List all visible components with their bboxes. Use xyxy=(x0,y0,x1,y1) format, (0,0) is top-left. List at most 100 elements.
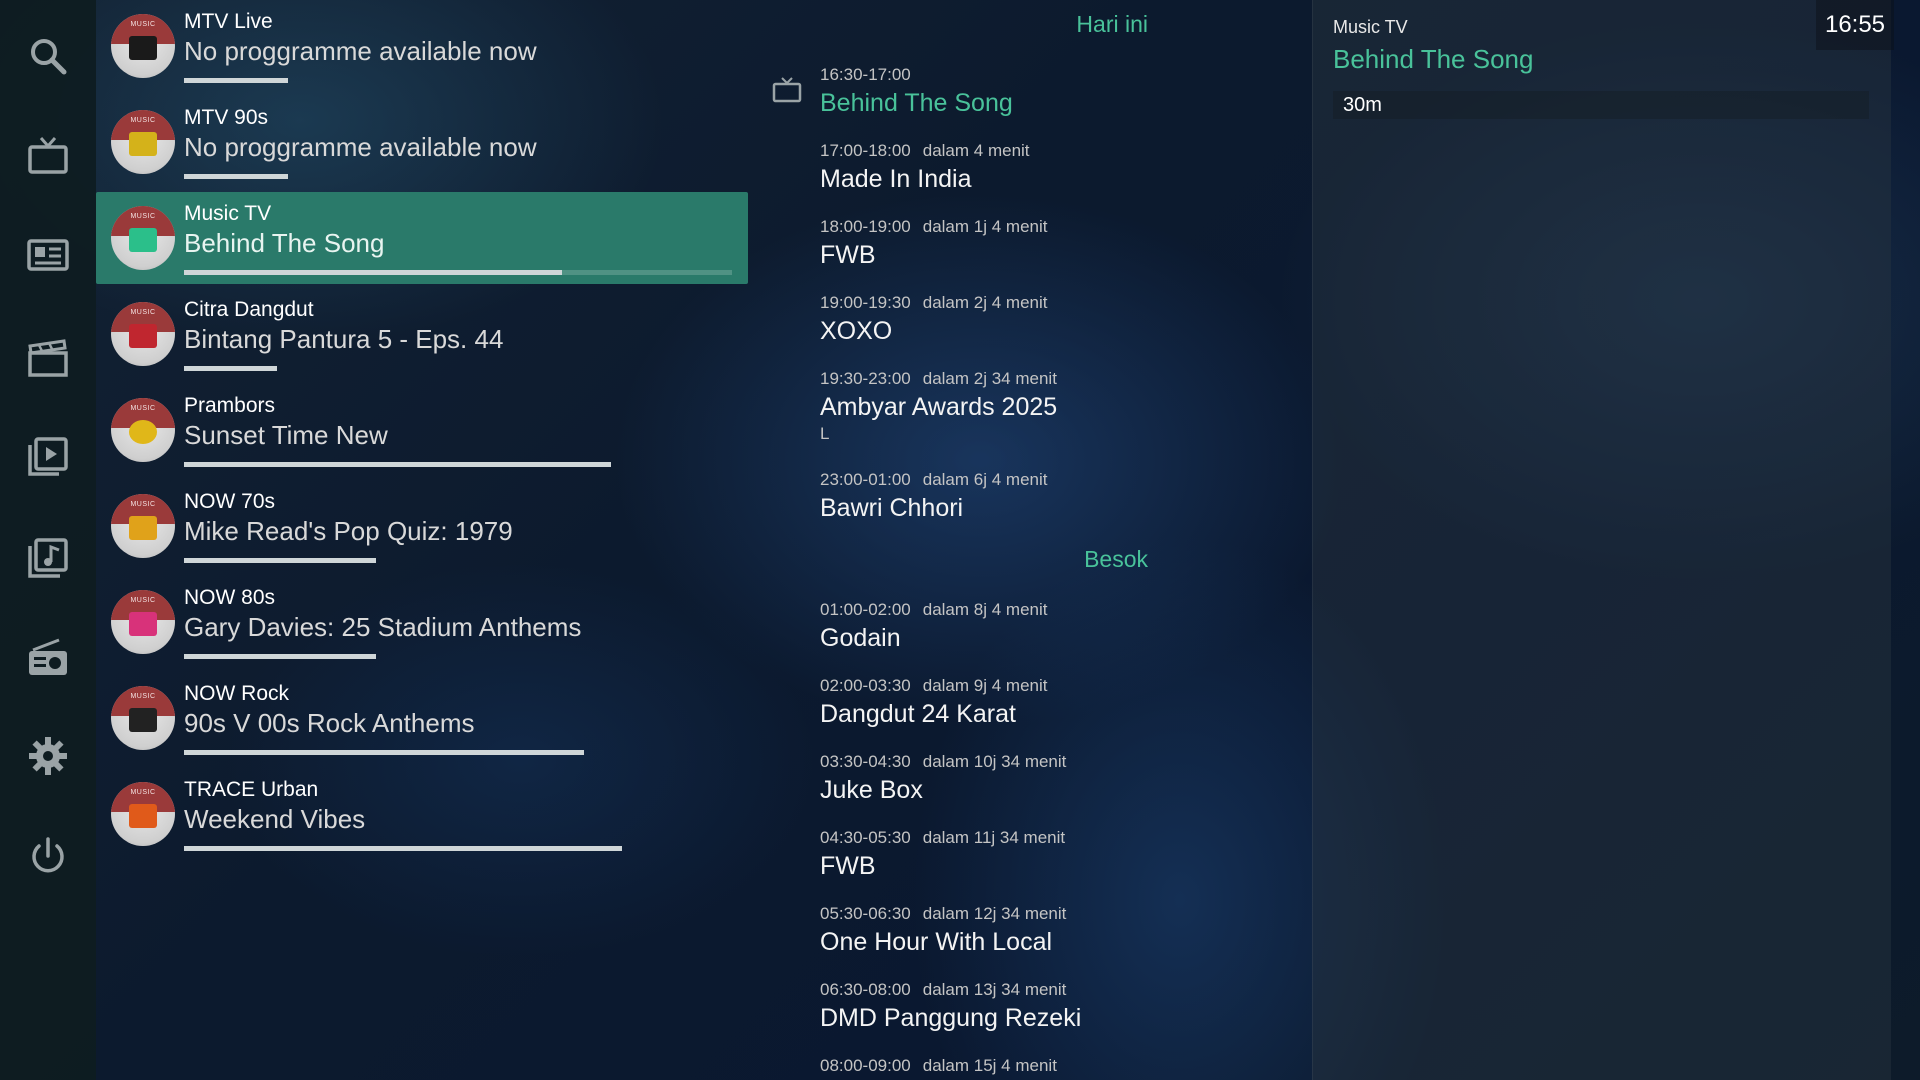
schedule-slot[interactable]: 02:00-03:30 dalam 9j 4 menit Dangdut 24 K… xyxy=(820,676,1300,729)
programme-progress xyxy=(184,846,732,851)
slot-title: Made In India xyxy=(820,165,972,193)
channel-row-now-80s[interactable]: MUSIC NOW 80s Gary Davies: 25 Stadium An… xyxy=(96,576,748,668)
programme-progress xyxy=(184,366,732,371)
schedule-slot[interactable]: 23:00-01:00 dalam 6j 4 menit Bawri Chhori xyxy=(820,470,1300,523)
slot-time: 19:00-19:30 dalam 2j 4 menit xyxy=(820,293,1048,312)
channel-row-prambors[interactable]: MUSIC Prambors Sunset Time New xyxy=(96,384,748,476)
channel-logo: MUSIC xyxy=(111,590,175,654)
slot-time: 03:30-04:30 dalam 10j 34 menit xyxy=(820,752,1067,771)
slot-relative-time: dalam 12j 34 menit xyxy=(922,904,1067,923)
now-playing-tv-icon xyxy=(772,77,802,103)
channel-name: Citra Dangdut xyxy=(184,298,314,321)
tv-icon[interactable] xyxy=(24,132,72,180)
schedule-slot[interactable]: 19:00-19:30 dalam 2j 4 menit XOXO xyxy=(820,293,1300,346)
music-library-icon[interactable] xyxy=(24,534,72,582)
channel-name: Prambors xyxy=(184,394,276,417)
slot-time: 19:30-23:00 dalam 2j 34 menit xyxy=(820,369,1057,388)
programme-progress xyxy=(184,270,732,275)
slot-time: 17:00-18:00 dalam 4 menit xyxy=(820,141,1030,160)
slot-title: FWB xyxy=(820,241,876,269)
channel-row-mtv-90s[interactable]: MUSIC MTV 90s No proggramme available no… xyxy=(96,96,748,188)
duration-text: 30m xyxy=(1343,94,1382,116)
channel-name: MTV Live xyxy=(184,10,273,33)
schedule-slot[interactable]: 16:30-17:00 Behind The Song xyxy=(820,65,1300,118)
schedule-slot[interactable]: 03:30-04:30 dalam 10j 34 menit Juke Box xyxy=(820,752,1300,805)
radio-icon[interactable] xyxy=(24,634,72,682)
channel-logo: MUSIC xyxy=(111,14,175,78)
channel-name: TRACE Urban xyxy=(184,778,319,801)
schedule-slot[interactable]: 19:30-23:00 dalam 2j 34 menit Ambyar Awar… xyxy=(820,369,1300,444)
channel-logo: MUSIC xyxy=(111,110,175,174)
programme-title: Sunset Time New xyxy=(184,420,388,450)
schedule-slot[interactable]: 17:00-18:00 dalam 4 menit Made In India xyxy=(820,141,1300,194)
programme-title: 90s V 00s Rock Anthems xyxy=(184,708,475,738)
slot-time: 18:00-19:00 dalam 1j 4 menit xyxy=(820,217,1048,236)
schedule-slot[interactable]: 08:00-09:00 dalam 15j 4 menit xyxy=(820,1056,1300,1076)
day-header-today: Hari ini xyxy=(1076,11,1148,37)
slot-title: Ambyar Awards 2025 xyxy=(820,393,1058,421)
channel-row-citra-dangdut[interactable]: MUSIC Citra Dangdut Bintang Pantura 5 - … xyxy=(96,288,748,380)
day-header-tomorrow: Besok xyxy=(1084,546,1148,572)
channel-row-trace-urban[interactable]: MUSIC TRACE Urban Weekend Vibes xyxy=(96,768,748,860)
programme-detail-panel: Music TV Behind The Song 30m xyxy=(1312,0,1891,1080)
channel-name: NOW 80s xyxy=(184,586,276,609)
programme-title: No proggramme available now xyxy=(184,36,537,66)
programme-schedule: Hari ini 16:30-17:00 Behind The Song 17:… xyxy=(748,0,1308,1080)
detail-programme-title: Behind The Song xyxy=(1333,44,1534,74)
slot-time: 01:00-02:00 dalam 8j 4 menit xyxy=(820,600,1048,619)
slot-relative-time: dalam 10j 34 menit xyxy=(922,752,1067,771)
slot-relative-time: dalam 13j 34 menit xyxy=(922,980,1067,999)
slot-title: Godain xyxy=(820,624,901,652)
programme-progress xyxy=(184,462,732,467)
slot-relative-time: dalam 1j 4 menit xyxy=(922,217,1048,236)
slot-time: 04:30-05:30 dalam 11j 34 menit xyxy=(820,828,1066,847)
programme-title: Weekend Vibes xyxy=(184,804,366,834)
channel-list: MUSIC MTV Live No proggramme available n… xyxy=(96,0,748,1080)
search-icon[interactable] xyxy=(24,32,72,80)
schedule-slot[interactable]: 05:30-06:30 dalam 12j 34 menit One Hour W… xyxy=(820,904,1300,957)
programme-progress xyxy=(184,174,732,179)
settings-gear-icon[interactable] xyxy=(24,732,72,780)
power-icon[interactable] xyxy=(24,832,72,880)
guide-icon[interactable] xyxy=(24,232,72,280)
channel-row-now-rock[interactable]: MUSIC NOW Rock 90s V 00s Rock Anthems xyxy=(96,672,748,764)
channel-row-mtv-live[interactable]: MUSIC MTV Live No proggramme available n… xyxy=(96,0,748,92)
schedule-slot[interactable]: 06:30-08:00 dalam 13j 34 menit DMD Panggu… xyxy=(820,980,1300,1033)
programme-title: Behind The Song xyxy=(184,228,385,258)
channel-name: NOW Rock xyxy=(184,682,289,705)
slot-time: 08:00-09:00 dalam 15j 4 menit xyxy=(820,1056,1057,1075)
channel-row-now-70s[interactable]: MUSIC NOW 70s Mike Read's Pop Quiz: 1979 xyxy=(96,480,748,572)
channel-logo: MUSIC xyxy=(111,206,175,270)
slot-relative-time: dalam 11j 34 menit xyxy=(922,828,1066,847)
slot-time: 23:00-01:00 dalam 6j 4 menit xyxy=(820,470,1048,489)
programme-progress xyxy=(184,750,732,755)
duration-badge: 30m xyxy=(1333,91,1869,119)
slot-time: 02:00-03:30 dalam 9j 4 menit xyxy=(820,676,1048,695)
slot-time: 16:30-17:00 xyxy=(820,65,911,84)
channel-name: NOW 70s xyxy=(184,490,276,513)
slot-relative-time: dalam 6j 4 menit xyxy=(922,470,1048,489)
movies-icon[interactable] xyxy=(24,334,72,382)
channel-name: Music TV xyxy=(184,202,272,225)
schedule-slot[interactable]: 18:00-19:00 dalam 1j 4 menit FWB xyxy=(820,217,1300,270)
slot-relative-time: dalam 2j 34 menit xyxy=(922,369,1057,388)
slot-title: One Hour With Local xyxy=(820,928,1053,956)
programme-title: No proggramme available now xyxy=(184,132,537,162)
channel-row-music-tv[interactable]: MUSIC Music TV Behind The Song xyxy=(96,192,748,284)
slot-time: 05:30-06:30 dalam 12j 34 menit xyxy=(820,904,1067,923)
slot-time: 06:30-08:00 dalam 13j 34 menit xyxy=(820,980,1067,999)
videos-icon[interactable] xyxy=(24,432,72,480)
channel-logo: MUSIC xyxy=(111,302,175,366)
slot-title: XOXO xyxy=(820,317,893,345)
schedule-slot[interactable]: 04:30-05:30 dalam 11j 34 menit FWB xyxy=(820,828,1300,881)
slot-title: Juke Box xyxy=(820,776,923,804)
sidebar xyxy=(0,0,96,1080)
slot-relative-time: dalam 8j 4 menit xyxy=(922,600,1048,619)
detail-channel-name: Music TV xyxy=(1333,17,1408,37)
schedule-slot[interactable]: 01:00-02:00 dalam 8j 4 menit Godain xyxy=(820,600,1300,653)
slot-relative-time: dalam 15j 4 menit xyxy=(922,1056,1057,1075)
programme-title: Gary Davies: 25 Stadium Anthems xyxy=(184,612,582,642)
channel-logo: MUSIC xyxy=(111,494,175,558)
channel-name: MTV 90s xyxy=(184,106,269,129)
slot-relative-time: dalam 9j 4 menit xyxy=(922,676,1048,695)
